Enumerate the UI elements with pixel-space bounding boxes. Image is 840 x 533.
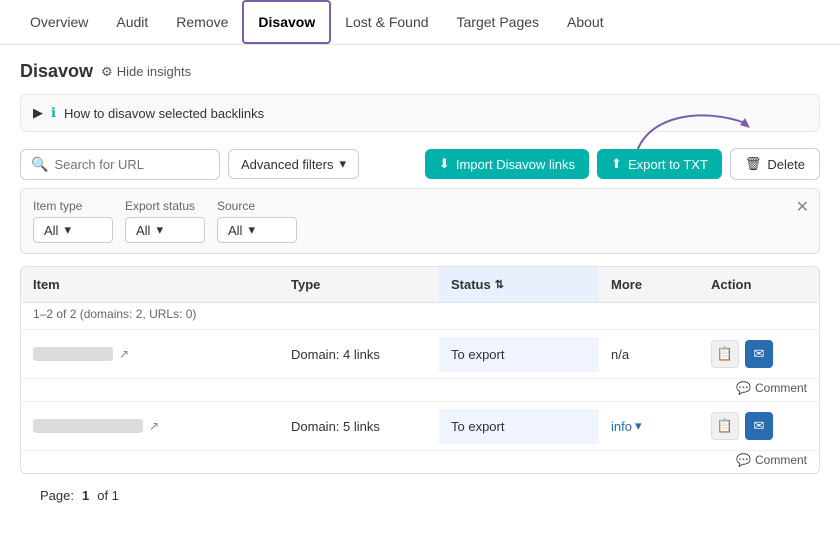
item-type-filter: Item type All ▾ [33,199,113,243]
copy-button[interactable]: 📋 [711,412,739,440]
table-subheader: 1–2 of 2 (domains: 2, URLs: 0) [21,303,819,330]
main-nav: OverviewAuditRemoveDisavowLost & FoundTa… [0,0,840,45]
page-title: Disavow [20,61,93,82]
source-filter: Source All ▾ [217,199,297,243]
copy-icon: 📋 [717,346,733,362]
table-row: ↗ Domain: 4 links To export n/a 📋 ✉ [21,330,819,379]
table-header: Item Type Status ⇅ More Action [21,267,819,303]
nav-item-remove[interactable]: Remove [162,2,242,42]
hide-insights-btn[interactable]: ⚙ Hide insights [101,64,191,80]
col-item: Item [21,267,279,302]
comment-icon: 💬 [736,453,751,467]
disavow-icon: ✉ [754,346,765,362]
search-input[interactable] [54,157,209,172]
source-select[interactable]: All ▾ [217,217,297,243]
table-row: ↗ Domain: 5 links To export info ▾ 📋 ✉ [21,402,819,451]
export-status-filter: Export status All ▾ [125,199,205,243]
info-icon: ℹ [51,105,56,121]
info-link[interactable]: info ▾ [611,418,687,434]
delete-button[interactable]: 🗑 Delete [730,148,820,180]
row2-type: Domain: 5 links [279,409,439,444]
search-icon: 🔍 [31,156,48,173]
export-status-select[interactable]: All ▾ [125,217,205,243]
nav-item-disavow[interactable]: Disavow [242,0,331,44]
row2-comment-button[interactable]: 💬 Comment [736,453,807,467]
copy-button[interactable]: 📋 [711,340,739,368]
upload-icon: ⬆ [611,156,622,172]
gear-icon: ⚙ [101,64,113,80]
row2-item: ↗ [21,409,279,443]
row2-actions: 📋 ✉ [699,402,819,450]
chevron-down-icon: ▾ [340,156,347,172]
import-disavow-button[interactable]: ⬇ Import Disavow links [425,149,589,179]
chevron-down-icon: ▾ [64,222,71,238]
row1-type: Domain: 4 links [279,337,439,372]
toolbar: 🔍 Advanced filters ▾ ⬇ Import Disavow li… [20,148,820,180]
disavow-button[interactable]: ✉ [745,412,773,440]
disavow-icon: ✉ [754,418,765,434]
row1-actions: 📋 ✉ [699,330,819,378]
copy-icon: 📋 [717,418,733,434]
close-filters-button[interactable]: ✕ [796,197,809,217]
nav-item-overview[interactable]: Overview [16,2,102,42]
col-action: Action [699,267,819,302]
row1-more: n/a [599,337,699,372]
advanced-filters-button[interactable]: Advanced filters ▾ [228,149,359,179]
col-type: Type [279,267,439,302]
comment-icon: 💬 [736,381,751,395]
nav-item-about[interactable]: About [553,2,618,42]
col-more: More [599,267,699,302]
chevron-down-icon: ▾ [635,418,642,434]
external-link-icon[interactable]: ↗ [119,347,129,361]
row1-comment-button[interactable]: 💬 Comment [736,381,807,395]
chevron-right-icon: ▶ [33,105,43,121]
nav-item-audit[interactable]: Audit [102,2,162,42]
external-link-icon[interactable]: ↗ [149,419,159,433]
row2-status: To export [439,409,599,444]
trash-icon: 🗑 [745,156,762,172]
row1-item: ↗ [21,337,279,371]
how-to-bar[interactable]: ▶ ℹ How to disavow selected backlinks [20,94,820,132]
disavow-button[interactable]: ✉ [745,340,773,368]
row1-status: To export [439,337,599,372]
chevron-down-icon: ▾ [248,222,255,238]
chevron-down-icon: ▾ [156,222,163,238]
row2-more: info ▾ [599,408,699,444]
row1-item-placeholder [33,347,113,361]
download-icon: ⬇ [439,156,450,172]
data-table: Item Type Status ⇅ More Action 1–2 of 2 … [20,266,820,474]
export-txt-button[interactable]: ⬆ Export to TXT [597,149,722,179]
sort-icon[interactable]: ⇅ [495,278,504,291]
filters-row: Item type All ▾ Export status All ▾ Sour… [20,188,820,254]
search-box[interactable]: 🔍 [20,149,220,180]
nav-item-target-pages[interactable]: Target Pages [443,2,554,42]
item-type-select[interactable]: All ▾ [33,217,113,243]
nav-item-lost-and-found[interactable]: Lost & Found [331,2,442,42]
col-status: Status ⇅ [439,267,599,302]
row2-comment-row: 💬 Comment [21,451,819,473]
row1-comment-row: 💬 Comment [21,379,819,402]
pagination: Page: 1 of 1 [20,474,820,517]
row2-item-placeholder [33,419,143,433]
